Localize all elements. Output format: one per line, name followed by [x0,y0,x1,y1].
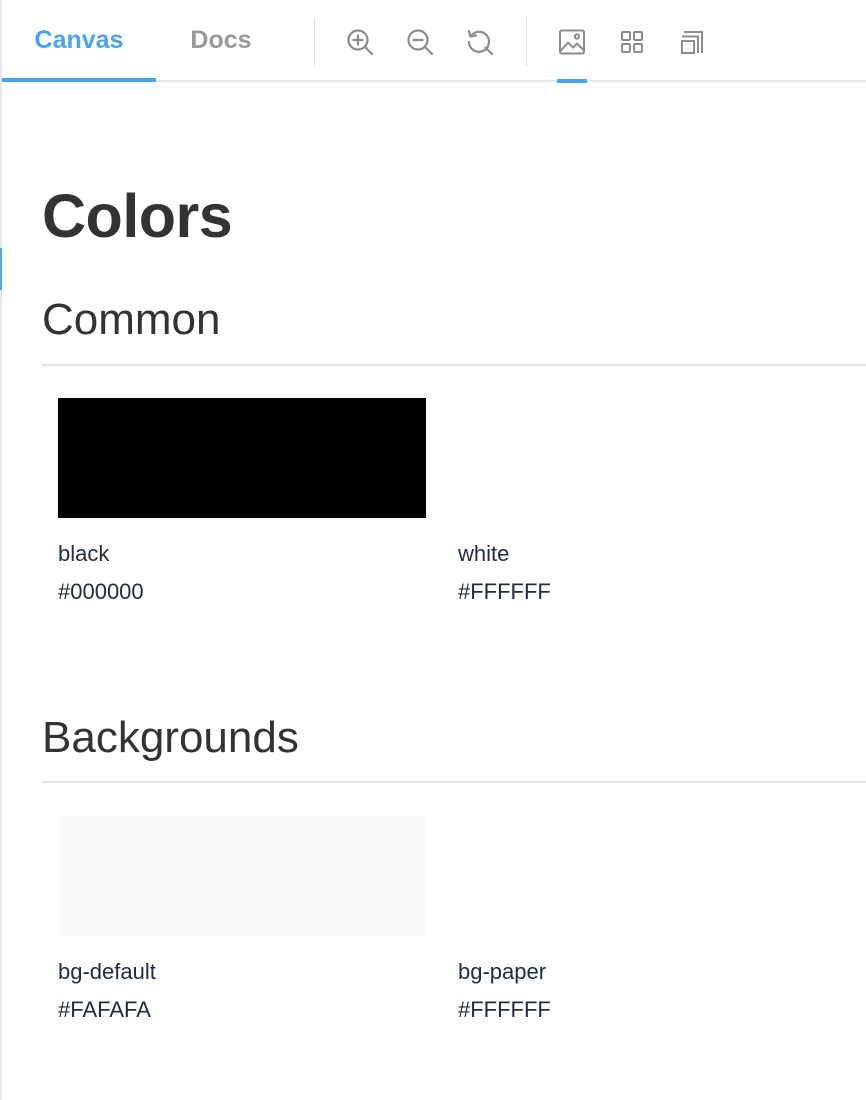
swatch-value: #000000 [58,579,144,604]
outline-icon[interactable] [674,22,710,62]
left-edge-marker [0,248,2,290]
toolbar-divider [526,18,527,66]
swatch-name: bg-paper [458,959,547,984]
section-title-common: Common [42,295,221,344]
swatch-name: white [458,541,510,566]
swatch-bg-paper [458,816,826,936]
page-title: Colors [42,182,233,250]
section-divider [42,364,866,366]
swatch-value: #FAFAFA [58,997,151,1022]
swatch-bg-default [58,816,426,936]
swatch-white [458,398,826,518]
toolbar-divider [314,18,315,66]
grid-icon[interactable] [614,22,650,62]
swatch-value: #FFFFFF [458,997,551,1022]
storybook-frame: Canvas Docs Colors Common black #000000 … [0,0,866,1100]
toolbar: Canvas Docs [2,0,866,83]
swatch-value: #FFFFFF [458,579,551,604]
reset-zoom-icon[interactable] [462,22,498,62]
zoom-out-icon[interactable] [402,22,438,62]
section-title-backgrounds: Backgrounds [42,713,299,762]
swatch-name: bg-default [58,959,156,984]
tab-docs[interactable]: Docs [156,0,286,80]
image-background-icon[interactable] [554,22,590,83]
swatch-name: black [58,541,110,566]
zoom-in-icon[interactable] [342,22,378,62]
section-divider [42,781,866,783]
swatch-black [58,398,426,518]
tab-canvas[interactable]: Canvas [2,0,156,82]
